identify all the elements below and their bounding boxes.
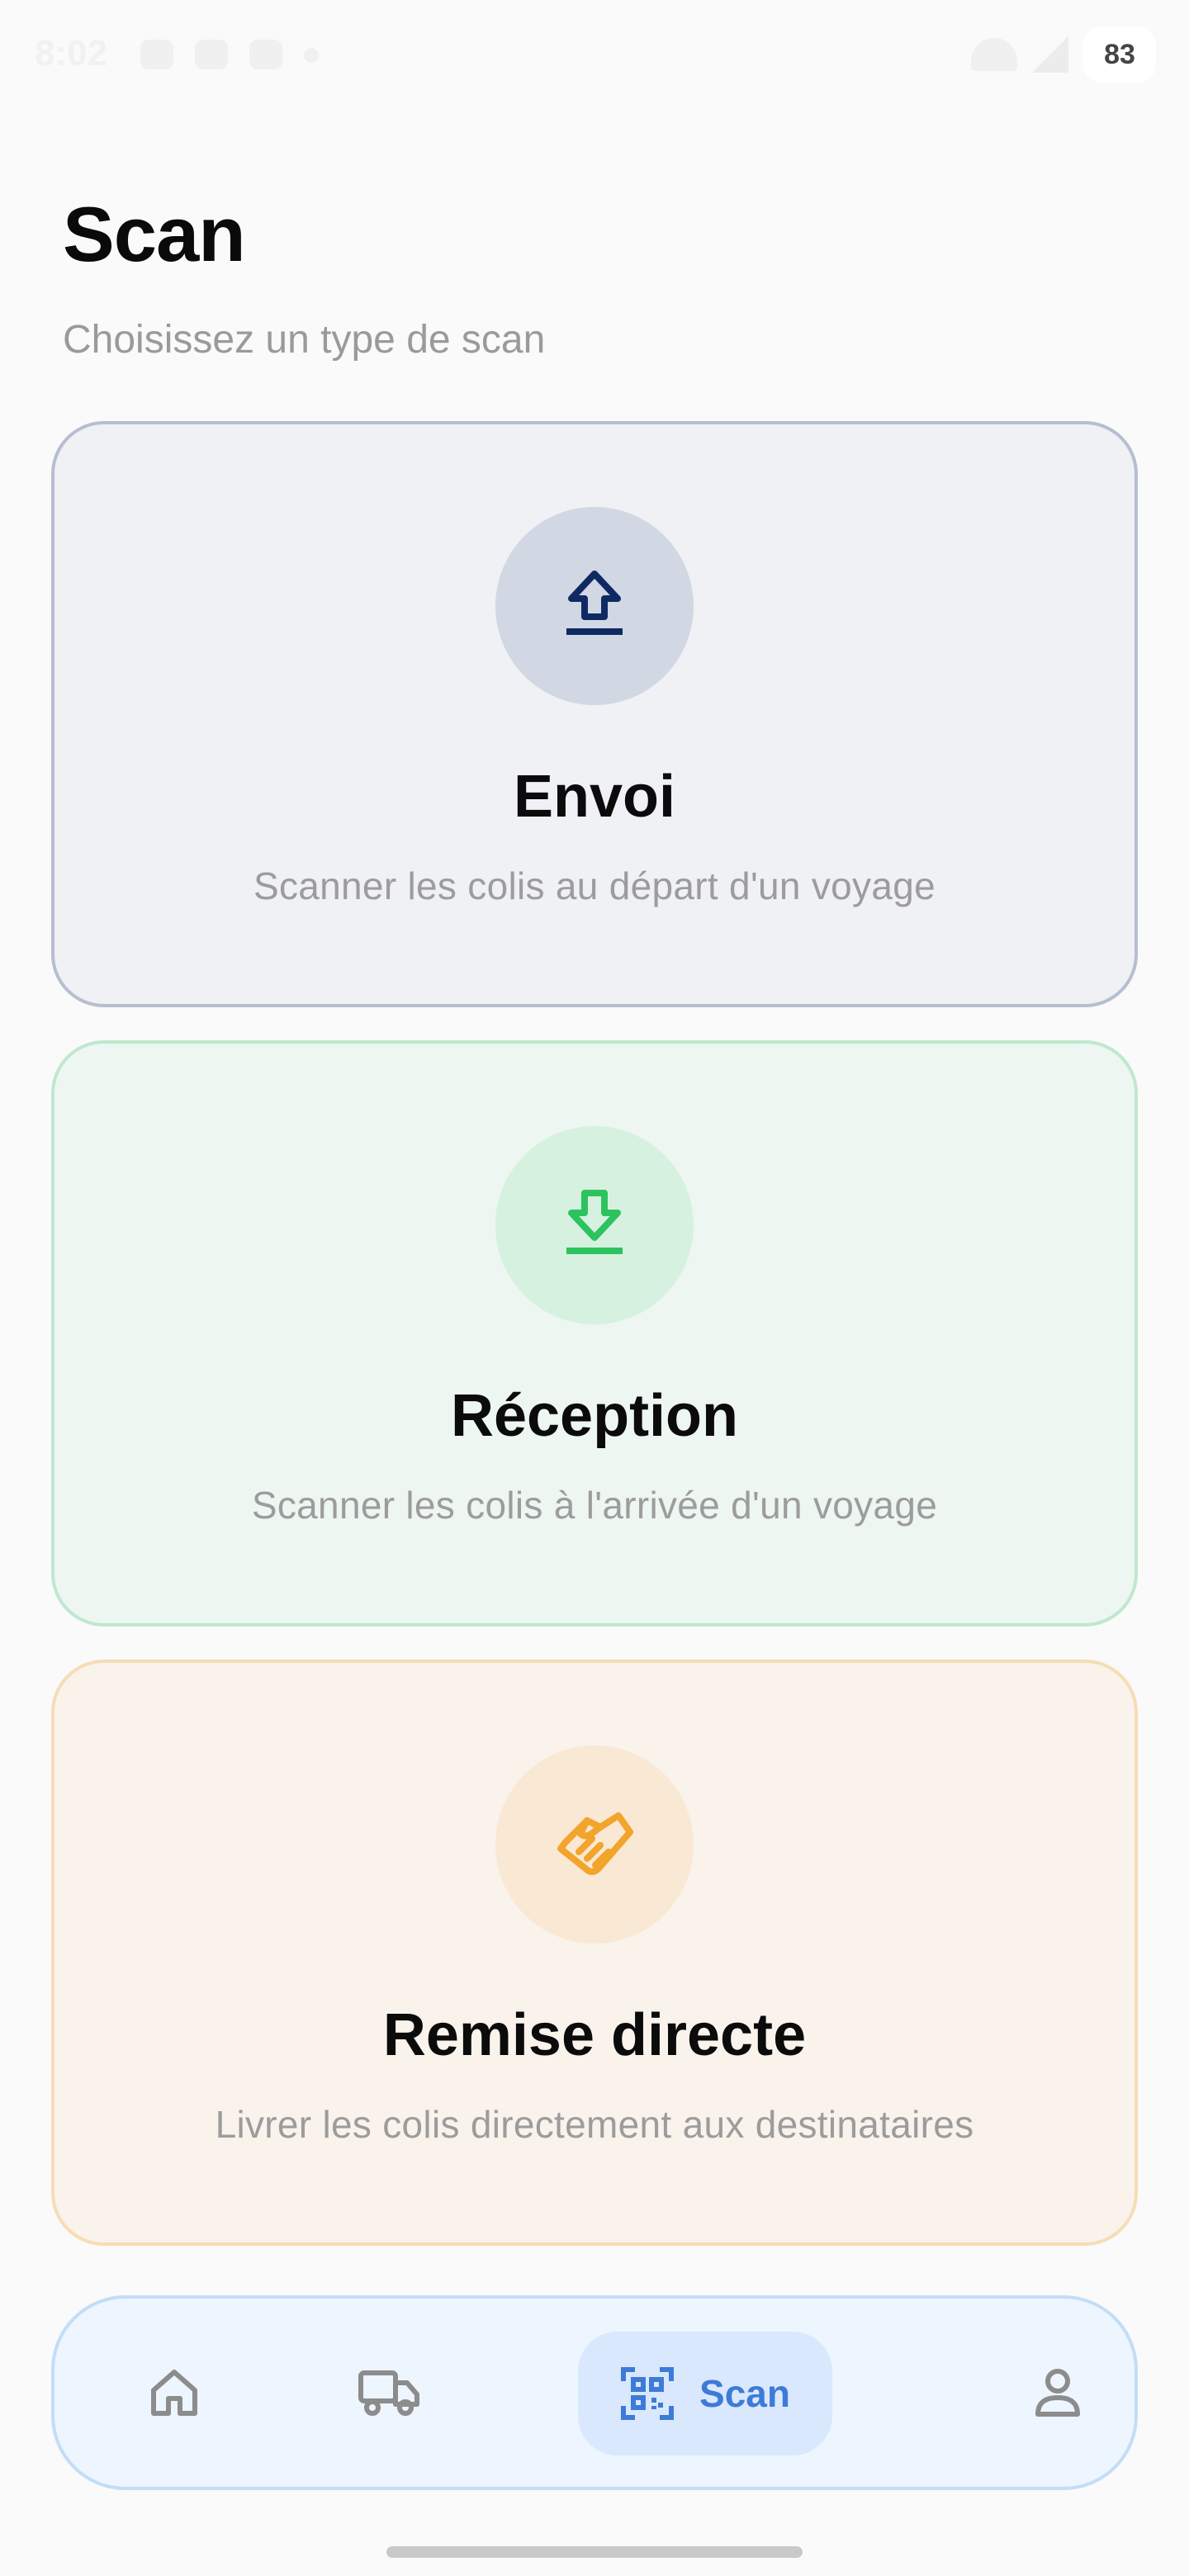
handshake-icon [557,1812,633,1875]
scan-screen: 8:02 83 Scan Choisissez un type de scan … [0,0,1189,2576]
envoi-icon-circle [495,507,694,705]
reception-icon-circle [495,1126,694,1324]
remise-title: Remise directe [382,2002,807,2068]
reception-title: Réception [450,1383,739,1449]
reception-description: Scanner les colis à l'arrivée d'un voyag… [251,1484,938,1527]
profile-icon [1035,2369,1080,2417]
notification-icons [140,40,319,69]
remise-icon-circle [495,1745,694,1944]
remise-description: Livrer les colis directement aux destina… [215,2103,974,2146]
nav-scan-label: Scan [699,2372,790,2415]
status-bar: 8:02 83 [0,0,1189,107]
nav-home[interactable] [129,2299,220,2487]
truck-icon [358,2370,419,2416]
envoi-description: Scanner les colis au départ d'un voyage [253,864,936,907]
wifi-icon [971,38,1017,71]
envoi-title: Envoi [513,764,676,830]
bottom-navigation: Scan [51,2295,1138,2490]
download-icon [566,1190,623,1254]
scan-type-envoi-card[interactable]: Envoi Scanner les colis au départ d'un v… [51,421,1138,1007]
scan-type-remise-directe-card[interactable]: Remise directe Livrer les colis directem… [51,1660,1138,2246]
qr-scan-icon [621,2367,675,2420]
home-icon [151,2370,197,2416]
status-time: 8:02 [35,33,108,73]
nav-scan[interactable]: Scan [578,2332,832,2455]
nav-trips[interactable] [343,2299,434,2487]
page-title: Scan [63,191,246,277]
home-indicator[interactable] [386,2546,803,2558]
nav-profile[interactable] [1012,2299,1103,2487]
signal-icon [1032,36,1068,73]
battery-indicator: 83 [1083,26,1156,83]
upload-icon [566,571,623,635]
page-subtitle: Choisissez un type de scan [63,318,546,362]
status-indicators: 83 [971,26,1156,83]
scan-type-reception-card[interactable]: Réception Scanner les colis à l'arrivée … [51,1040,1138,1627]
